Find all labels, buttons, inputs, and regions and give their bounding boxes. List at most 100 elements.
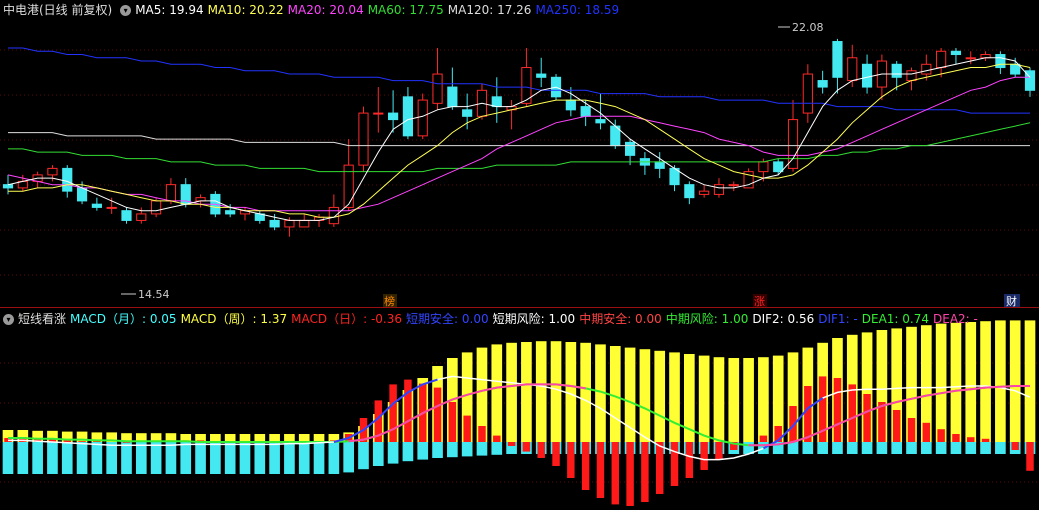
macd-day-bar <box>641 442 649 502</box>
macd-day-bar <box>981 438 990 442</box>
panel-divider[interactable] <box>0 307 1039 308</box>
macd-month-bar <box>150 442 162 474</box>
candle-down <box>536 73 547 78</box>
macd-month-bar <box>950 442 962 454</box>
ma250-label: MA250: 18.59 <box>535 3 620 17</box>
candle-down <box>447 86 458 108</box>
macd-day-bar <box>404 379 412 442</box>
macd-week-bar <box>728 358 740 442</box>
candle-down <box>76 187 88 202</box>
candle-up <box>713 184 725 195</box>
chevron-down-icon[interactable]: ▾ <box>120 5 132 16</box>
macd-month-bar <box>965 442 977 454</box>
dif2-label: DIF2: 0.56 <box>752 312 815 326</box>
ma5-label: MA5: 19.94 <box>135 3 204 17</box>
macd-day-bar <box>448 402 457 442</box>
macd-month-bar <box>461 442 473 457</box>
candle-down <box>861 63 873 88</box>
candle-up <box>373 112 384 115</box>
macd-day-bar <box>537 442 545 458</box>
macd-month-bar <box>2 442 14 474</box>
macd-day-bar <box>463 415 471 442</box>
macd-month-bar <box>328 442 340 474</box>
macd-month-bar <box>313 442 325 474</box>
candle-down <box>491 96 502 108</box>
macd-month-bar <box>210 442 221 474</box>
macd-day-bar <box>685 442 694 478</box>
ma10-label: MA10: 20.22 <box>207 3 284 17</box>
candle-down <box>580 106 591 117</box>
candle-up <box>136 213 147 221</box>
macd-month-bar <box>165 442 177 474</box>
macd-day-bar <box>1011 442 1019 450</box>
macd-day-bar <box>552 442 560 466</box>
macd-month-bar <box>935 442 947 454</box>
marker-bang[interactable]: 榜 <box>384 294 395 308</box>
macd-month-bar <box>121 442 132 474</box>
macd-day-bar <box>715 442 723 460</box>
macd-week-bar <box>491 344 503 442</box>
candle-up <box>151 200 162 215</box>
macd-day-bar <box>833 378 842 442</box>
macd-month-bar <box>861 442 873 454</box>
macd-day-bar <box>863 394 871 442</box>
macd-month-bar <box>298 442 310 474</box>
macd-month-bar <box>195 442 206 474</box>
stock-chart[interactable]: 22.08 14.54 榜 涨 财 <box>0 0 1039 510</box>
macd-week-bar <box>521 342 532 442</box>
macd-month-bar <box>817 442 828 454</box>
candle-down <box>269 219 280 228</box>
candle-up <box>284 219 295 228</box>
chevron-down-icon[interactable]: ▾ <box>3 314 14 325</box>
ma60-line <box>8 122 1031 173</box>
macd-day-bar <box>433 387 442 442</box>
macd-day-bar <box>937 429 945 442</box>
macd-month-bar <box>846 442 858 454</box>
macd-day-bar <box>892 410 901 442</box>
candle-down <box>995 54 1006 69</box>
macd-day-bar <box>63 440 71 442</box>
high-price-label: 22.08 <box>792 21 824 34</box>
macd-month-bar <box>447 442 458 458</box>
candle-down <box>462 109 473 117</box>
macd-month-bar <box>432 442 443 458</box>
candle-down <box>121 210 132 221</box>
indicator-panel[interactable] <box>2 320 1036 506</box>
indicator-title[interactable]: 短线看涨 <box>18 312 66 326</box>
macd-month-bar <box>906 442 917 454</box>
macd-month-bar <box>802 442 814 454</box>
macd-week-bar <box>743 358 754 442</box>
marker-cai[interactable]: 财 <box>1006 294 1017 308</box>
stock-title[interactable]: 中电港(日线 前复权) <box>3 3 112 17</box>
macd-week-bar <box>210 434 221 442</box>
price-panel[interactable] <box>2 38 1036 237</box>
macd-week-bar <box>565 342 577 442</box>
candle-down <box>684 184 695 199</box>
price-panel-header: 中电港(日线 前复权) ▾ MA5: 19.94 MA10: 20.22 MA20: 2… <box>0 0 623 20</box>
macd-week-label: MACD（周）: 1.37 <box>180 312 288 326</box>
macd-week-bar <box>995 320 1006 442</box>
macd-month-bar <box>343 442 354 473</box>
macd-month-bar <box>491 442 503 455</box>
macd-day-bar <box>1026 442 1034 471</box>
macd-month-bar <box>76 442 88 474</box>
macd-day-bar <box>596 442 605 498</box>
candle-up <box>358 112 369 166</box>
macd-week-bar <box>639 349 651 442</box>
candle-down <box>1010 63 1021 75</box>
macd-day-bar <box>581 442 590 490</box>
dif1-label: DIF1: - <box>818 312 858 326</box>
macd-week-bar <box>1024 320 1036 442</box>
macd-month-bar <box>180 442 192 474</box>
macd-week-bar <box>965 322 977 442</box>
macd-month-bar <box>891 442 903 454</box>
macd-month-bar <box>269 442 280 474</box>
candle-down <box>388 112 399 121</box>
macd-month-bar <box>358 442 369 470</box>
candle-down <box>773 161 784 173</box>
dea1-label: DEA1: 0.74 <box>861 312 930 326</box>
candle-down <box>654 161 665 169</box>
macd-week-bar <box>980 321 991 442</box>
candle-down <box>402 96 414 137</box>
mid-risk-label: 中期风险: 1.00 <box>665 312 749 326</box>
